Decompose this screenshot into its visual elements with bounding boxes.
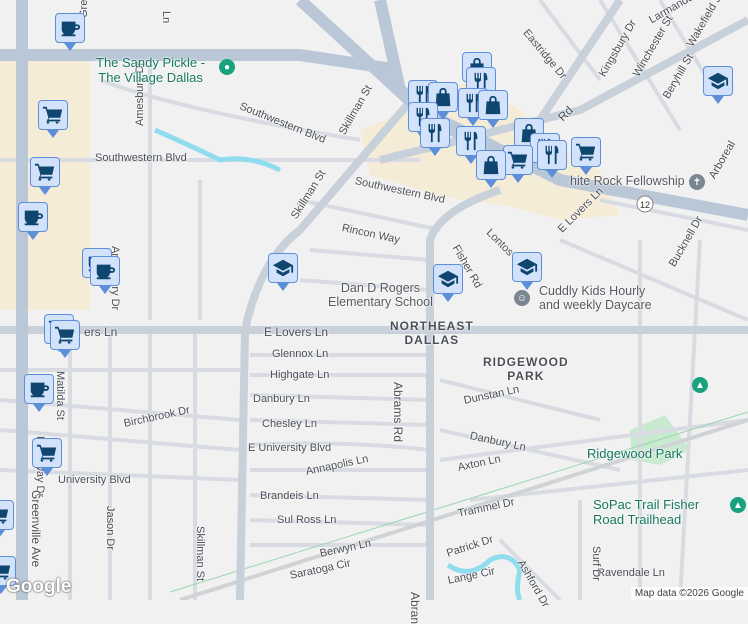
street-label: Ln [160, 11, 172, 24]
street-label: E Lovers Ln [264, 325, 329, 339]
restaurant-marker[interactable] [537, 140, 567, 178]
park-icon[interactable]: ▲ [692, 377, 708, 393]
street-label: Highgate Ln [270, 369, 330, 381]
street-label: Matilda St [54, 371, 66, 420]
creek [153, 127, 282, 173]
place-pin-icon[interactable]: ● [219, 59, 235, 75]
cafe-marker[interactable] [55, 13, 85, 51]
school-marker[interactable] [268, 253, 298, 291]
shopping-cart-icon [36, 442, 58, 464]
shopping-cart-icon [507, 149, 529, 171]
fork-knife-icon [541, 144, 563, 166]
coffee-icon [22, 206, 44, 228]
school-marker[interactable] [703, 66, 733, 104]
place-label-white-rock-fellowship[interactable]: hite Rock Fellowship [570, 174, 685, 188]
shopping-cart-icon [34, 161, 56, 183]
trail-icon[interactable]: ▲ [730, 497, 746, 513]
place-label-ridgewood-park[interactable]: Ridgewood Park [587, 446, 682, 461]
street-label: Abrams Rd [391, 382, 405, 443]
street-label: Brandeis Ln [260, 490, 319, 502]
place-label-sandy-pickle[interactable]: The Sandy Pickle - The Village Dallas [96, 55, 205, 85]
street-label: Chesley Ln [262, 418, 318, 430]
place-label-dan-d-rogers[interactable]: Dan D Rogers Elementary School [328, 281, 433, 309]
school-marker[interactable] [433, 264, 463, 302]
coffee-icon [94, 260, 116, 282]
parking-icon [0, 504, 10, 526]
street-label: Ravendale Ln [597, 567, 665, 579]
area-label-northeast-dallas: NORTHEAST DALLAS [390, 319, 474, 347]
shopping-bag-icon [480, 154, 502, 176]
street-label: E University Blvd [248, 442, 332, 454]
cafe-marker[interactable] [90, 256, 120, 294]
school-icon [272, 257, 294, 279]
shopping-bag-icon [482, 94, 504, 116]
grocery-marker[interactable] [50, 320, 80, 358]
school-icon [516, 256, 538, 278]
fork-knife-icon [424, 122, 446, 144]
cafe-marker[interactable] [24, 374, 54, 412]
street-label: Glennox Ln [272, 348, 329, 360]
street-label: ers Ln [84, 325, 118, 339]
street-label: Skillman St [194, 526, 206, 582]
school-icon [707, 70, 729, 92]
highway-12-label: 12 [640, 200, 650, 210]
place-label-sopac-trail[interactable]: SoPac Trail Fisher Road Trailhead [593, 497, 699, 527]
school-icon [437, 268, 459, 290]
grocery-marker[interactable] [571, 137, 601, 175]
church-icon[interactable]: ✝ [689, 174, 705, 190]
street-label: Greenville Ave [29, 490, 43, 568]
school-marker[interactable] [512, 252, 542, 290]
cafe-marker[interactable] [18, 202, 48, 240]
shopping-cart-icon [42, 104, 64, 126]
street-label: Jason Dr [104, 506, 116, 551]
area-label-ridgewood-park: RIDGEWOOD PARK [483, 355, 569, 383]
parking-marker[interactable] [0, 500, 14, 538]
coffee-icon [59, 17, 81, 39]
google-logo[interactable]: Google [6, 576, 71, 598]
street-label: Sul Ross Ln [277, 514, 337, 526]
place-label-cuddly-kids[interactable]: Cuddly Kids Hourly and weekly Daycare [539, 284, 652, 312]
grocery-marker[interactable] [30, 157, 60, 195]
grocery-marker[interactable] [503, 145, 533, 183]
street-label: University Blvd [58, 474, 131, 486]
shopping-cart-icon [54, 324, 76, 346]
daycare-icon[interactable]: ☺ [514, 290, 530, 306]
shopping-marker[interactable] [478, 90, 508, 128]
street-label: Surf Dr [590, 546, 602, 581]
grocery-marker[interactable] [32, 438, 62, 476]
restaurant-marker[interactable] [420, 118, 450, 156]
street-label: Abran [408, 592, 422, 624]
grocery-marker[interactable] [38, 100, 68, 138]
coffee-icon [28, 378, 50, 400]
map-data-attribution[interactable]: Map data ©2026 Google [630, 587, 748, 600]
shopping-cart-icon [575, 141, 597, 163]
street-label: Danbury Ln [253, 393, 310, 405]
fork-knife-icon [460, 130, 482, 152]
street-label: Southwestern Blvd [95, 152, 187, 164]
shopping-marker[interactable] [476, 150, 506, 188]
